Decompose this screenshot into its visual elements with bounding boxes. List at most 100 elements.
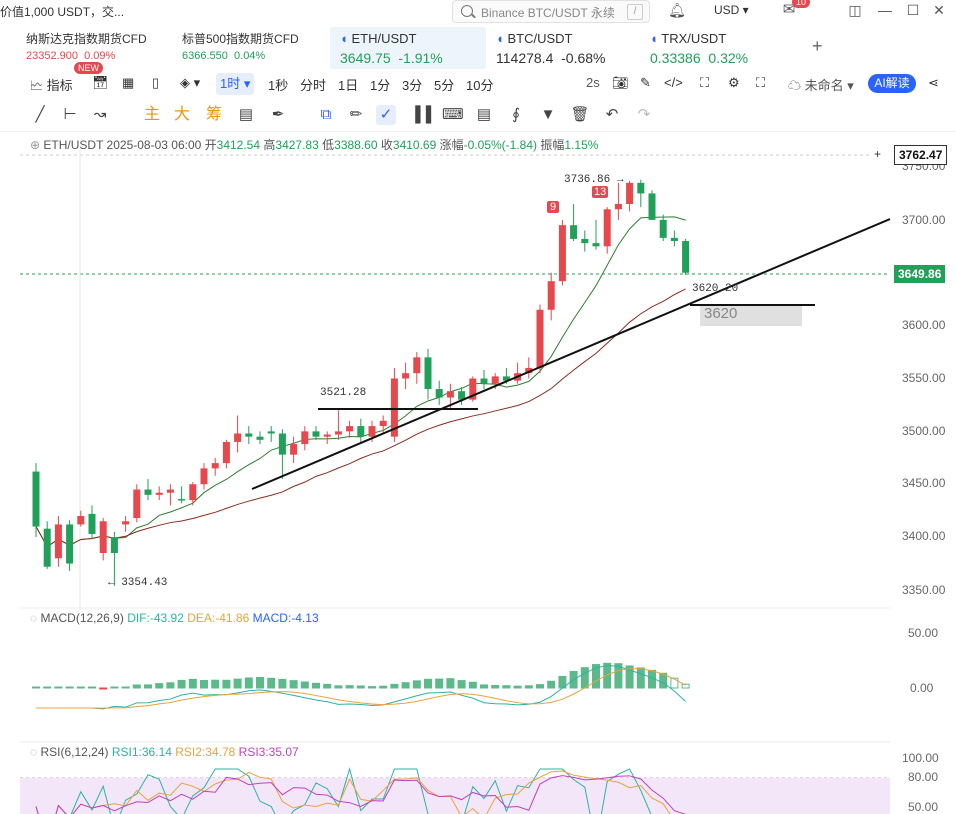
grid-layout-icon[interactable]: ▦	[122, 75, 134, 91]
macd-label: MACD(12,26,9)	[40, 611, 124, 625]
code-icon[interactable]: </>	[664, 75, 683, 90]
search-box[interactable]: Binance BTC/USDT 永续 /	[452, 0, 650, 23]
candle-body	[626, 182, 634, 205]
layout-name-select[interactable]: ☁ 未命名 ▾	[788, 75, 854, 94]
tab-btc[interactable]: ◖ BTC/USDT 114278.4 -0.68%	[488, 27, 638, 69]
macd-bar	[424, 678, 432, 689]
camera-icon[interactable]: 📷︎	[612, 75, 629, 91]
interval-3m[interactable]: 3分	[402, 75, 422, 94]
macd-bar	[636, 667, 645, 689]
copy-icon[interactable]: ⧉	[316, 105, 336, 125]
candle-body	[357, 426, 365, 437]
candle-body	[88, 513, 96, 534]
ai-analysis-button[interactable]: AI解读	[868, 74, 916, 93]
bell-icon[interactable]: 🔔︎	[668, 2, 686, 18]
candle-body	[659, 219, 667, 238]
indicator-settings-icon[interactable]: ◌	[30, 745, 37, 759]
expand-icon[interactable]: ⛶	[756, 75, 765, 91]
interval-1s[interactable]: 1秒	[268, 75, 288, 94]
macd-bar	[54, 686, 63, 689]
promo-text[interactable]: 价值1,000 USDT，交...	[0, 3, 124, 20]
draw-trend-selected-icon[interactable]: ✓	[376, 105, 396, 125]
indicator-button[interactable]: 🗠︎ 指标	[30, 75, 73, 99]
macd-bar	[188, 678, 197, 689]
trend-line-icon[interactable]: ╱	[30, 105, 50, 125]
interval-selected-label: 1时	[220, 76, 241, 91]
interval-10m[interactable]: 10分	[466, 75, 493, 94]
search-icon	[461, 5, 473, 17]
candle-style-icon[interactable]: ▯	[152, 75, 159, 91]
td-count-13: 13	[592, 186, 609, 198]
horizontal-line-icon[interactable]: ⊢	[60, 105, 80, 125]
candle-body	[334, 431, 342, 435]
redo-icon[interactable]: ↷	[634, 105, 654, 125]
indicator-settings-icon[interactable]: ◌	[30, 611, 37, 625]
tab-name-text: TRX/USDT	[661, 31, 727, 46]
high-mark-label: 3736.86 →	[564, 174, 624, 186]
candle-body	[323, 434, 331, 437]
candle-body	[413, 357, 421, 374]
interval-5m[interactable]: 5分	[434, 75, 454, 94]
ruler-icon[interactable]: ✏	[346, 105, 366, 125]
fullscreen-icon[interactable]: ⛶	[700, 75, 709, 91]
indicator-label: 指标	[46, 78, 73, 93]
tab-eth[interactable]: ◖ ETH/USDT 3649.75 -1.91%	[330, 27, 486, 69]
undo-icon[interactable]: ↶	[602, 105, 622, 125]
channel-icon[interactable]: ▤	[236, 105, 256, 125]
tab-sp500[interactable]: 标普500指数期货CFD 6366.550 0.04%	[174, 27, 324, 69]
note-icon[interactable]: ▤	[474, 105, 494, 125]
crosshair-price-tag: 3762.47	[894, 145, 948, 165]
candle-body	[122, 521, 130, 525]
macd-bar	[368, 686, 376, 689]
pen-icon[interactable]: ✒	[268, 105, 288, 125]
crosshair-plus-icon[interactable]: +	[870, 145, 885, 163]
refresh-rate[interactable]: 2s	[586, 75, 600, 90]
macd-bar	[278, 678, 287, 689]
interval-timeline[interactable]: 分时	[300, 75, 326, 94]
big-order-tool[interactable]: 大	[172, 105, 192, 125]
interval-1d[interactable]: 1日	[338, 75, 358, 94]
rsi-header: ◌ RSI(6,12,24) RSI1:36.14 RSI2:34.78 RSI…	[30, 745, 299, 759]
trash-icon[interactable]: 🗑︎	[570, 105, 590, 125]
ray-icon[interactable]: ↝	[90, 105, 110, 125]
layout-name-label: 未命名	[804, 78, 844, 93]
candle-body	[547, 281, 555, 310]
calendar-icon[interactable]: 📅︎	[92, 75, 109, 91]
candle-body	[290, 444, 298, 455]
add-tab-icon[interactable]: +	[812, 36, 823, 57]
close-icon[interactable]: ✕	[930, 2, 948, 18]
currency-select[interactable]: USD ▾	[714, 3, 749, 17]
candle-body	[166, 489, 174, 493]
edit-icon[interactable]: ✎	[640, 75, 651, 91]
macd-bar	[356, 685, 365, 689]
minimize-icon[interactable]: —	[876, 2, 894, 18]
share-icon[interactable]: ⋖	[928, 75, 939, 91]
magnet-icon[interactable]: ∮	[506, 105, 526, 125]
bars-icon[interactable]: ▐▐	[410, 105, 431, 125]
level-right-label: 3620.20	[692, 283, 739, 295]
candle-body	[558, 225, 566, 282]
settings-icon[interactable]: ⚙	[728, 75, 740, 91]
main-force-tool[interactable]: 主	[142, 105, 162, 125]
interval-select[interactable]: 1时 ▾	[216, 73, 255, 95]
candle-body	[301, 431, 309, 445]
maximize-icon[interactable]: ☐	[904, 2, 922, 18]
candle-body	[312, 431, 320, 437]
chart-toolbar: 🗠︎ 指标 📅︎ ▦ ▯ ◈ ▾ 1时 ▾ 1秒 分时 1日 1分 3分 5分 …	[0, 70, 956, 97]
panel-layout-icon[interactable]: ◫	[846, 2, 864, 18]
position-icon[interactable]: ⌨	[442, 105, 464, 125]
tab-trx[interactable]: ◖ TRX/USDT 0.33386 0.32%	[642, 27, 792, 69]
candlestick-chart[interactable]	[0, 150, 956, 814]
macd-bar	[155, 683, 164, 689]
chip-tool[interactable]: 筹	[204, 105, 224, 125]
interval-1m[interactable]: 1分	[370, 75, 390, 94]
macd-header: ◌ MACD(12,26,9) DIF:-43.92 DEA:-41.86 MA…	[30, 611, 319, 625]
last-price-tag: 3649.86	[894, 265, 946, 283]
price-tick: 3450.00	[902, 476, 946, 490]
candle-body	[592, 243, 600, 247]
candle-body	[222, 441, 230, 464]
filter-icon[interactable]: ▼	[538, 105, 558, 125]
macd-dea: DEA:-41.86	[187, 611, 250, 625]
chart-type-icon[interactable]: ◈ ▾	[180, 75, 200, 91]
macd-bar	[681, 683, 690, 689]
